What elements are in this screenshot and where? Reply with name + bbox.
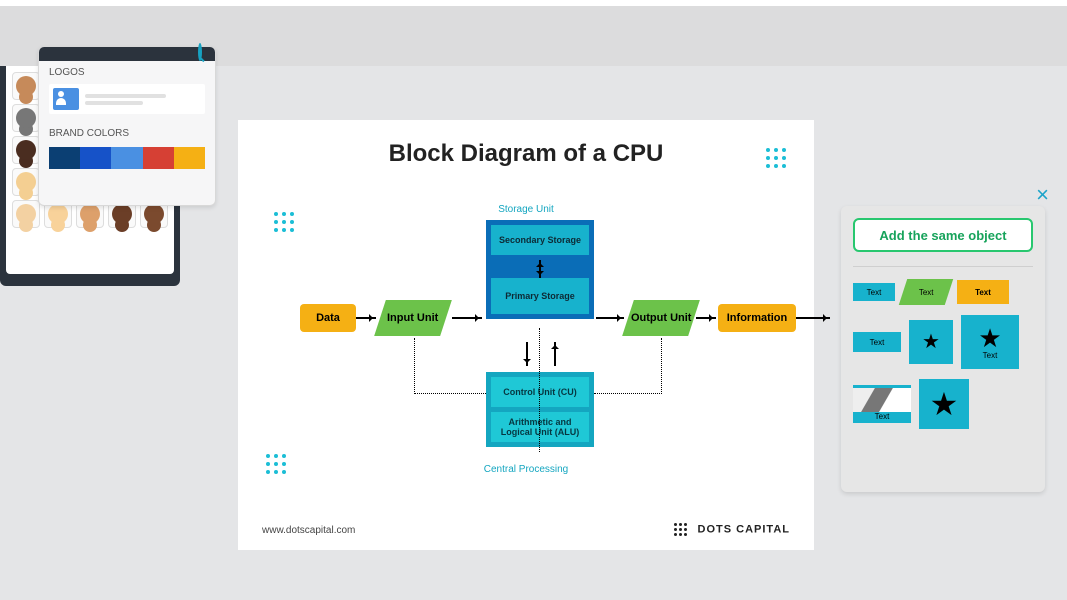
dotted-connector [539, 328, 540, 452]
person-icon [16, 140, 36, 160]
decorative-dots-icon [274, 212, 294, 232]
object-chip-blue[interactable]: Text [853, 283, 895, 301]
object-suggestions-panel: Add the same object Text Text Text Text … [841, 206, 1045, 492]
arrow-icon [596, 317, 624, 319]
cpu-box[interactable]: Control Unit (CU) Arithmetic and Logical… [486, 372, 594, 447]
input-unit-node[interactable]: Input Unit [374, 300, 452, 336]
footer-url: www.dotscapital.com [262, 525, 355, 536]
arrow-icon [526, 342, 528, 366]
dotted-connector [414, 338, 486, 394]
logo-placeholder-lines [85, 91, 201, 108]
dotted-connector [594, 338, 662, 394]
storage-unit-box[interactable]: Secondary Storage Primary Storage [486, 220, 594, 319]
arrow-icon [452, 317, 482, 319]
alu-cell: Arithmetic and Logical Unit (ALU) [491, 412, 589, 442]
arrow-icon [356, 317, 376, 319]
brand-colors-label: BRAND COLORS [39, 122, 215, 143]
divider [853, 266, 1033, 267]
object-chip-star[interactable]: ★ [909, 320, 953, 364]
information-node[interactable]: Information [718, 304, 796, 332]
diagram-title: Block Diagram of a CPU [389, 140, 664, 168]
icon-result[interactable] [12, 200, 40, 228]
color-swatch[interactable] [49, 147, 80, 169]
star-icon: ★ [922, 332, 940, 352]
brand-color-swatches[interactable] [49, 147, 205, 169]
person-icon [48, 204, 68, 224]
icon-result[interactable] [12, 168, 40, 196]
primary-storage-cell: Primary Storage [491, 278, 589, 314]
object-chip-star-text[interactable]: ★Text [961, 315, 1019, 369]
add-same-object-button[interactable]: Add the same object [853, 218, 1033, 252]
brand-panel: LOGOS BRAND COLORS [38, 46, 216, 206]
arrow-icon [696, 317, 716, 319]
color-swatch[interactable] [80, 147, 111, 169]
footer-brand: DOTS CAPITAL [674, 523, 790, 536]
data-node[interactable]: Data [300, 304, 356, 332]
storage-unit-label: Storage Unit [498, 204, 554, 215]
object-chip-green[interactable]: Text [899, 279, 953, 305]
person-icon [112, 204, 132, 224]
diagram-canvas[interactable]: Block Diagram of a CPU Storage Unit Data… [238, 120, 814, 550]
icon-result[interactable] [12, 72, 40, 100]
person-icon [16, 172, 36, 192]
decorative-dots-icon [766, 148, 786, 168]
person-icon [16, 204, 36, 224]
color-swatch[interactable] [143, 147, 174, 169]
person-icon [16, 76, 36, 96]
person-icon [80, 204, 100, 224]
image-thumb [853, 388, 911, 412]
arrow-icon [796, 317, 830, 319]
logo-item[interactable] [49, 84, 205, 114]
icon-result[interactable] [12, 104, 40, 132]
color-swatch[interactable] [174, 147, 205, 169]
person-icon [16, 108, 36, 128]
star-icon: ★ [930, 388, 959, 420]
secondary-storage-cell: Secondary Storage [491, 225, 589, 255]
person-icon [144, 204, 164, 224]
icon-result[interactable] [12, 136, 40, 164]
output-unit-node[interactable]: Output Unit [622, 300, 700, 336]
color-swatch[interactable] [111, 147, 142, 169]
arrow-icon [554, 342, 556, 366]
people-logo-icon [53, 88, 79, 110]
logos-label: LOGOS [39, 61, 215, 82]
decorative-dots-icon [266, 454, 286, 474]
control-unit-cell: Control Unit (CU) [491, 377, 589, 407]
object-chip-star-large[interactable]: ★ [919, 379, 969, 429]
object-chip-yellow[interactable]: Text [957, 280, 1009, 304]
search-icon[interactable] [198, 43, 202, 61]
object-chip-blue[interactable]: Text [853, 332, 901, 352]
cpu-label: Central Processing [484, 464, 568, 475]
object-chip-image[interactable]: Text [853, 385, 911, 423]
panel-header [39, 47, 215, 61]
close-icon[interactable]: × [1036, 182, 1049, 208]
star-icon: ★ [978, 325, 1001, 351]
